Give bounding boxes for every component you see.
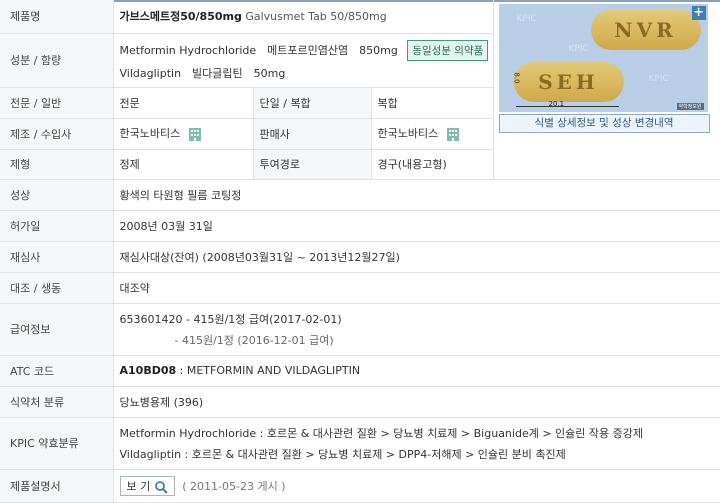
value-atc: A10BD08 : METFORMIN AND VILDAGLIPTIN (113, 355, 720, 387)
drug-info-panel: 제품명 가브스메트정50/850mg Galvusmet Tab 50/850m… (0, 0, 720, 503)
ingredient-1: Metformin Hydrochloride 메트포르민염산염 850mg (119, 43, 398, 57)
watermark: KPIC (648, 74, 669, 84)
value-leaflet: 보 기 ( 2011-05-23 게시 ) (113, 469, 720, 503)
pill-front: NVR (590, 10, 701, 50)
leaflet-post-date: ( 2011-05-23 게시 ) (182, 479, 286, 493)
insurance-line-1: 653601420 - 415원/1정 급여(2017-02-01) (119, 312, 342, 326)
magnifier-icon (154, 480, 168, 494)
measure-width: 8.0 (512, 72, 521, 84)
measure-line (515, 106, 619, 107)
ingredient-2: Vildagliptin 빌다글립틴 50mg (119, 66, 286, 80)
insurance-line-2: - 415원/1정 (2016-12-01 급여) (174, 333, 334, 347)
same-ingredient-button[interactable]: 동일성분 의약품 (407, 39, 489, 61)
label-route: 투여경로 (252, 149, 372, 180)
value-product-name: 가브스메트정50/850mg Galvusmet Tab 50/850mg (113, 0, 494, 34)
row-kpic: KPIC 약효분류 Metformin Hydrochloride : 호르몬 … (0, 417, 720, 470)
value-form: 정제 (113, 149, 253, 180)
copyright-label: 약학정보원 (676, 103, 704, 110)
pill-image[interactable]: KPIC KPIC KPIC NVR SEH 8.0 20.1 약학정보원 + (498, 4, 708, 112)
drug-info-table: 제품명 가브스메트정50/850mg Galvusmet Tab 50/850m… (0, 0, 720, 503)
product-name-english: Galvusmet Tab 50/850mg (245, 10, 387, 24)
maker-link[interactable]: 한국노바티스 (120, 127, 181, 140)
row-insurance: 급여정보 653601420 - 415원/1정 급여(2017-02-01) … (0, 303, 720, 356)
pill-back: SEH (513, 62, 624, 102)
label-seller: 판매사 (252, 118, 372, 150)
row-product-name: 제품명 가브스메트정50/850mg Galvusmet Tab 50/850m… (0, 0, 720, 180)
label-product-name: 제품명 (0, 0, 114, 34)
label-review: 재심사 (0, 241, 114, 273)
label-reference: 대조 / 생동 (0, 272, 114, 304)
label-leaflet: 제품설명서 (0, 469, 114, 503)
view-leaflet-button[interactable]: 보 기 (119, 475, 175, 496)
pill-image-cell: KPIC KPIC KPIC NVR SEH 8.0 20.1 약학정보원 + … (492, 0, 720, 180)
building-icon[interactable] (446, 126, 460, 142)
kpic-line-1: Metformin Hydrochloride : 호르몬 & 대사관련 질환 … (119, 426, 644, 440)
value-seller: 한국노바티스 (371, 118, 494, 150)
value-shape: 황색의 타원형 필름 코팅정 (113, 179, 720, 211)
view-button-label: 보 기 (126, 479, 151, 493)
label-form: 제형 (0, 149, 114, 180)
row-atc: ATC 코드 A10BD08 : METFORMIN AND VILDAGLIP… (0, 355, 720, 387)
building-icon[interactable] (188, 126, 202, 142)
kpic-line-2: Vildagliptin : 호르몬 & 대사관련 질환 > 당뇨병 치료제 >… (119, 447, 566, 461)
label-mfds: 식약처 분류 (0, 386, 114, 418)
label-single-combo: 단일 / 복합 (252, 87, 372, 119)
row-leaflet: 제품설명서 보 기 ( 2011-05-23 게시 ) (0, 469, 720, 503)
product-name-korean: 가브스메트정50/850mg (119, 10, 242, 24)
value-approval: 2008년 03월 31일 (113, 210, 720, 242)
value-route: 경구(내용고형) (371, 149, 494, 180)
value-reference: 대조약 (113, 272, 720, 304)
seller-link[interactable]: 한국노바티스 (378, 127, 439, 140)
label-type: 전문 / 일반 (0, 87, 114, 119)
label-shape: 성상 (0, 179, 114, 211)
row-shape: 성상 황색의 타원형 필름 코팅정 (0, 179, 720, 211)
watermark: KPIC (516, 14, 537, 24)
row-mfds: 식약처 분류 당뇨병용제 (396) (0, 386, 720, 418)
value-ingredients: Metformin Hydrochloride 메트포르민염산염 850mg 동… (113, 33, 494, 88)
label-maker: 제조 / 수입사 (0, 118, 114, 150)
label-insurance: 급여정보 (0, 303, 114, 356)
label-approval: 허가일 (0, 210, 114, 242)
pill-detail-link[interactable]: 식별 상세정보 및 성상 변경내역 (498, 114, 710, 133)
atc-code: A10BD08 (119, 364, 177, 377)
atc-description: : METFORMIN AND VILDAGLIPTIN (179, 364, 361, 377)
value-single-combo: 복합 (371, 87, 494, 119)
value-review: 재심사대상(잔여) (2008년03월31일 ~ 2013년12월27일) (113, 241, 720, 273)
row-review: 재심사 재심사대상(잔여) (2008년03월31일 ~ 2013년12월27일… (0, 241, 720, 273)
label-kpic: KPIC 약효분류 (0, 417, 114, 470)
label-ingredients: 성분 / 함량 (0, 33, 114, 88)
measure-length: 20.1 (548, 100, 565, 108)
value-insurance: 653601420 - 415원/1정 급여(2017-02-01) - 415… (113, 303, 720, 356)
row-reference: 대조 / 생동 대조약 (0, 272, 720, 304)
row-approval: 허가일 2008년 03월 31일 (0, 210, 720, 242)
value-type: 전문 (113, 87, 253, 119)
value-maker: 한국노바티스 (113, 118, 253, 150)
plus-icon[interactable]: + (691, 6, 706, 20)
value-kpic: Metformin Hydrochloride : 호르몬 & 대사관련 질환 … (113, 417, 720, 470)
label-atc: ATC 코드 (0, 355, 114, 387)
value-mfds: 당뇨병용제 (396) (113, 386, 720, 418)
watermark: KPIC (568, 44, 589, 54)
